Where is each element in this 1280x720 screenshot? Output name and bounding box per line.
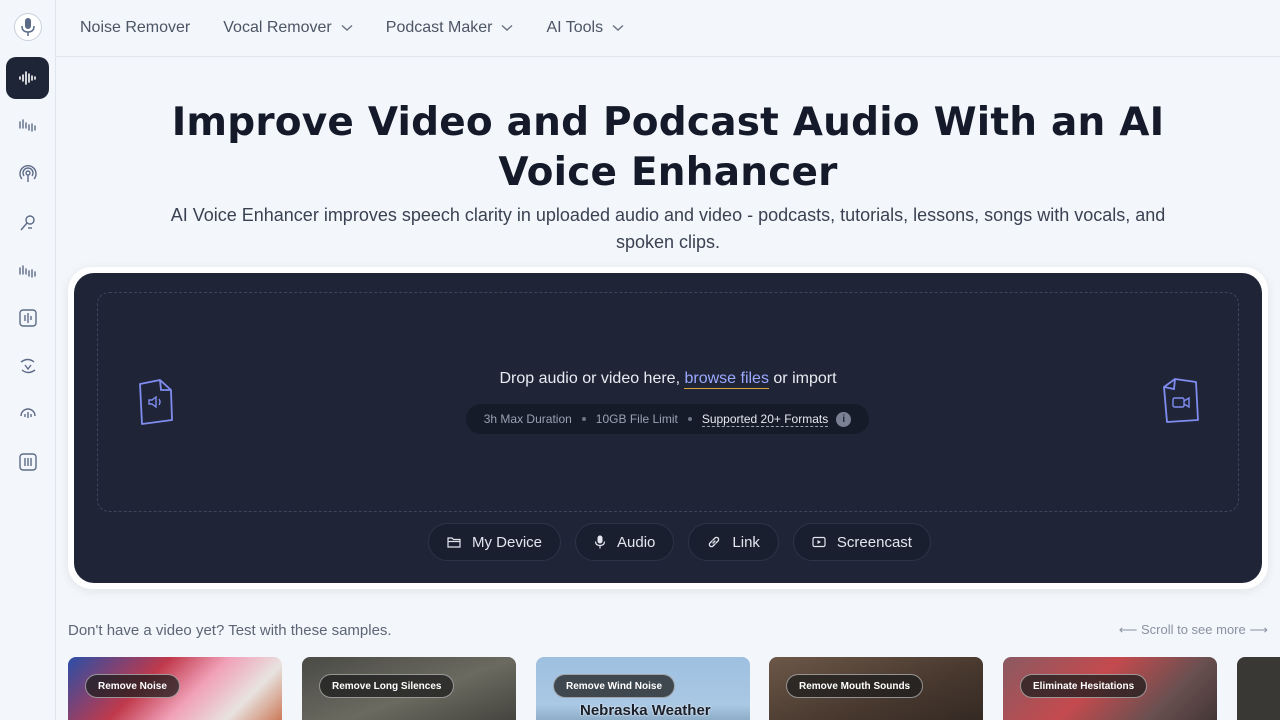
separator-dot [581, 417, 586, 421]
sample-tag: Remove Noise [85, 674, 180, 698]
folder-icon [447, 537, 461, 548]
chevron-down-icon [612, 24, 624, 31]
sample-card[interactable]: Remove Long Silences [302, 657, 516, 720]
equalizer-icon [18, 453, 37, 471]
scroll-hint: ⟵ Scroll to see more ⟶ [1118, 622, 1268, 637]
sample-caption: Nebraska Weather [580, 702, 711, 719]
browse-files-link[interactable]: browse files [684, 370, 769, 389]
sidebar [0, 0, 56, 720]
separator-dot [687, 417, 692, 421]
supported-formats-link[interactable]: Supported 20+ Formats [701, 412, 829, 427]
sidebar-equalizer[interactable] [6, 441, 49, 483]
sidebar-podcast[interactable] [6, 153, 49, 195]
my-device-label: My Device [472, 533, 543, 551]
audio-button[interactable]: Audio [575, 523, 675, 561]
nav-label: AI Tools [546, 19, 604, 36]
sample-card[interactable]: Eliminate Hesitations [1003, 657, 1217, 720]
waveform-icon [18, 265, 36, 278]
nav-podcast-maker[interactable]: Podcast Maker [386, 19, 514, 37]
sidebar-audio-editor[interactable] [6, 297, 49, 339]
sample-card[interactable]: Remove Noise [68, 657, 282, 720]
nav-label: Podcast Maker [385, 19, 493, 36]
link-icon [709, 536, 720, 548]
chevron-down-icon [341, 24, 353, 31]
nav-noise-remover[interactable]: Noise Remover [80, 19, 190, 37]
translate-icon [20, 358, 35, 374]
voice-changer-icon [19, 215, 35, 231]
sidebar-translate[interactable] [6, 345, 49, 387]
sample-card-partial[interactable] [1237, 657, 1280, 720]
top-nav: Noise Remover Vocal Remover Podcast Make… [56, 0, 1280, 57]
voice-enhancer-icon [18, 71, 36, 85]
sidebar-voice-enhancer[interactable] [6, 57, 49, 99]
podcast-icon [18, 165, 37, 182]
audio-label: Audio [617, 533, 656, 551]
drop-prefix: Drop audio or video here, [499, 370, 685, 387]
sample-card[interactable]: Remove Wind Noise Nebraska Weather [536, 657, 750, 720]
sidebar-voice-changer[interactable] [6, 202, 49, 244]
max-duration: 3h Max Duration [483, 412, 572, 426]
sample-tag: Remove Wind Noise [553, 674, 676, 698]
size-limit: 10GB File Limit [595, 412, 678, 426]
dropzone[interactable] [97, 292, 1239, 512]
link-button[interactable]: Link [688, 523, 779, 561]
speed-icon [19, 408, 36, 418]
sample-tag: Remove Mouth Sounds [786, 674, 924, 698]
screencast-label: Screencast [836, 533, 912, 551]
drop-suffix: or import [768, 370, 837, 387]
nav-label: Noise Remover [80, 19, 191, 36]
drop-instructions: Drop audio or video here, browse files o… [97, 370, 1239, 389]
app-logo-icon[interactable] [14, 13, 42, 41]
nav-vocal-remover[interactable]: Vocal Remover [223, 19, 353, 37]
screencast-button[interactable]: Screencast [792, 523, 931, 561]
audio-editor-icon [18, 309, 37, 327]
sidebar-noise-remover[interactable] [6, 104, 49, 146]
sample-tag: Remove Long Silences [319, 674, 455, 698]
microphone-icon [594, 535, 606, 549]
upload-limits: 3h Max Duration 10GB File Limit Supporte… [466, 404, 869, 434]
sample-card[interactable]: Remove Mouth Sounds [769, 657, 983, 720]
my-device-button[interactable]: My Device [428, 523, 562, 561]
screencast-icon [812, 536, 826, 548]
info-icon[interactable]: i [836, 411, 852, 427]
page-subtitle: AI Voice Enhancer improves speech clarit… [170, 205, 1166, 252]
samples-heading: Don't have a video yet? Test with these … [68, 622, 392, 639]
nav-label: Vocal Remover [223, 19, 332, 36]
nav-ai-tools[interactable]: AI Tools [546, 19, 624, 37]
sample-tag: Eliminate Hesitations [1020, 674, 1148, 698]
sidebar-waveform[interactable] [6, 250, 49, 292]
sidebar-speed[interactable] [6, 393, 49, 435]
import-options: My Device Audio Link Screencast [428, 523, 945, 561]
link-label: Link [732, 533, 760, 551]
page-title: Improve Video and Podcast Audio With an … [171, 100, 1165, 195]
waveform-icon [18, 119, 36, 132]
chevron-down-icon [502, 24, 513, 31]
